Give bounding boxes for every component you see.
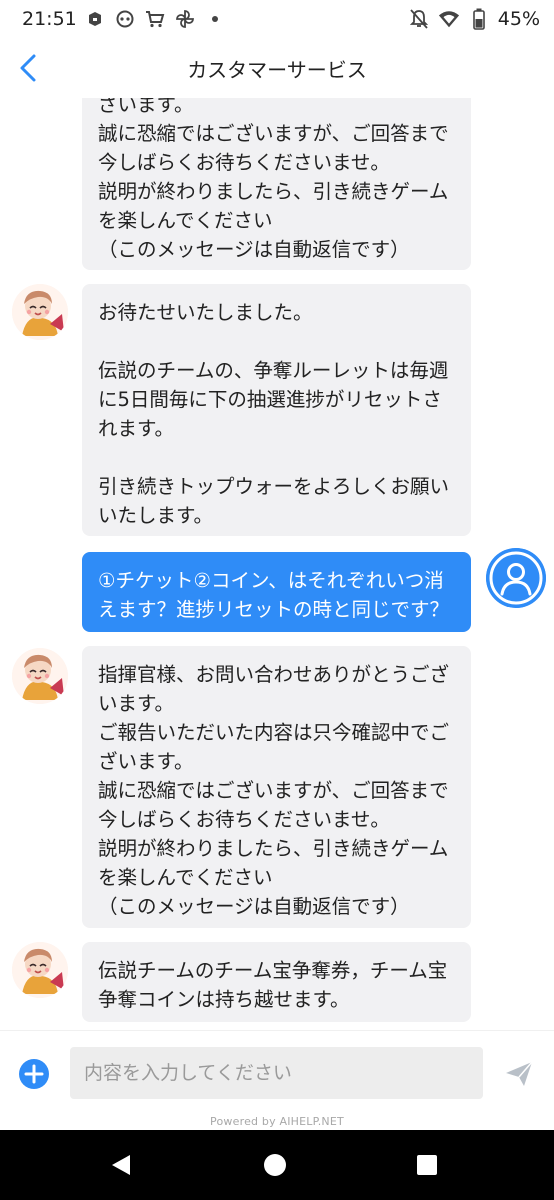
user-avatar: [486, 548, 546, 608]
gamepad-icon: [114, 9, 136, 29]
shopping-cart-icon: [144, 9, 166, 29]
user-avatar-icon: [486, 548, 546, 608]
plus-circle-icon: [19, 1059, 49, 1089]
app-header: カスタマーサービス: [0, 38, 554, 99]
nav-recents-button[interactable]: [414, 1152, 440, 1178]
agent-message-bubble: 伝説チームのチーム宝争奪券，チーム宝 争奪コインは持ち越せます。: [82, 942, 471, 1022]
wifi-icon: [438, 9, 460, 29]
message-composer: Powered by AIHELP.NET: [0, 1030, 554, 1131]
agent-message-bubble: ざいます。 誠に恐縮ではございますが、ご回答まで 今しばらくお待ちくださいませ。…: [82, 98, 471, 270]
dot-icon: [204, 9, 226, 29]
battery-icon: [468, 8, 490, 30]
status-left-icons: [84, 9, 226, 29]
add-attachment-button[interactable]: [18, 1058, 50, 1090]
app-notification-icon: [84, 9, 106, 29]
agent-message-bubble: 指揮官様、お問い合わせありがとうござ います。 ご報告いただいた内容は只今確認中…: [82, 646, 471, 928]
back-triangle-icon: [112, 1155, 130, 1175]
agent-message-bubble: お待たせいたしました。 伝説のチームの、争奪ルーレットは毎週 に5日間毎に下の抽…: [82, 284, 471, 536]
system-navigation-bar: [0, 1130, 554, 1200]
agent-avatar-icon: [12, 648, 68, 704]
message-input[interactable]: [70, 1047, 483, 1099]
page-title: カスタマーサービス: [187, 58, 367, 82]
chat-message-list[interactable]: ざいます。 誠に恐縮ではございますが、ご回答まで 今しばらくお待ちくださいませ。…: [0, 98, 554, 1030]
powered-by-footer: Powered by AIHELP.NET: [210, 1115, 344, 1128]
nav-home-button[interactable]: [262, 1152, 288, 1178]
agent-avatar-icon: [12, 284, 68, 340]
battery-percent: 45%: [497, 8, 540, 30]
send-button[interactable]: [503, 1058, 535, 1090]
notifications-off-icon: [408, 9, 430, 29]
agent-avatar: [12, 942, 68, 998]
status-time: 21:51: [22, 8, 77, 30]
user-message-bubble: ①チケット②コイン、はそれぞれいつ消 えます？進捗リセットの時と同じです？: [82, 552, 471, 632]
nav-back-button[interactable]: [108, 1152, 134, 1178]
pinwheel-icon: [174, 9, 196, 29]
status-right-icons: 45%: [408, 8, 540, 30]
agent-avatar-icon: [12, 942, 68, 998]
agent-avatar: [12, 284, 68, 340]
agent-avatar: [12, 648, 68, 704]
home-circle-icon: [264, 1154, 286, 1176]
status-bar: 21:51 45%: [0, 0, 554, 38]
recents-square-icon: [417, 1155, 437, 1175]
send-icon: [506, 1061, 533, 1086]
